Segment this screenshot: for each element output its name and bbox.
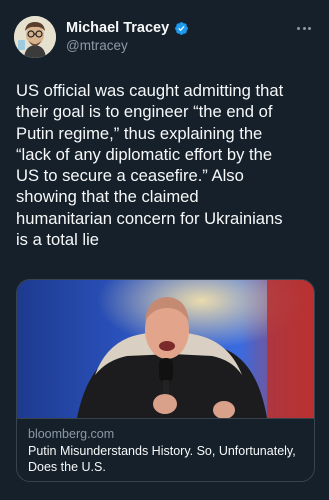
card-image[interactable] — [17, 280, 314, 418]
author-name[interactable]: Michael Tracey — [66, 20, 169, 36]
tweet-text: US official was caught admitting that th… — [16, 81, 284, 250]
card-photo — [17, 280, 314, 418]
dot — [308, 26, 311, 30]
link-card[interactable]: bloomberg.com Putin Misunderstands Histo… — [16, 279, 315, 482]
verified-badge-icon — [175, 21, 189, 35]
cartoon-avatar-icon — [14, 16, 56, 58]
author-handle[interactable]: @mtracey — [66, 38, 128, 53]
author-row: Michael Tracey — [66, 20, 189, 36]
card-title[interactable]: Putin Misunderstands History. So, Unfort… — [28, 443, 298, 475]
avatar[interactable] — [14, 16, 56, 58]
dot — [297, 26, 300, 30]
dot — [302, 26, 306, 30]
card-divider — [17, 418, 314, 419]
card-domain: bloomberg.com — [28, 427, 115, 441]
more-options-icon[interactable] — [293, 20, 315, 36]
